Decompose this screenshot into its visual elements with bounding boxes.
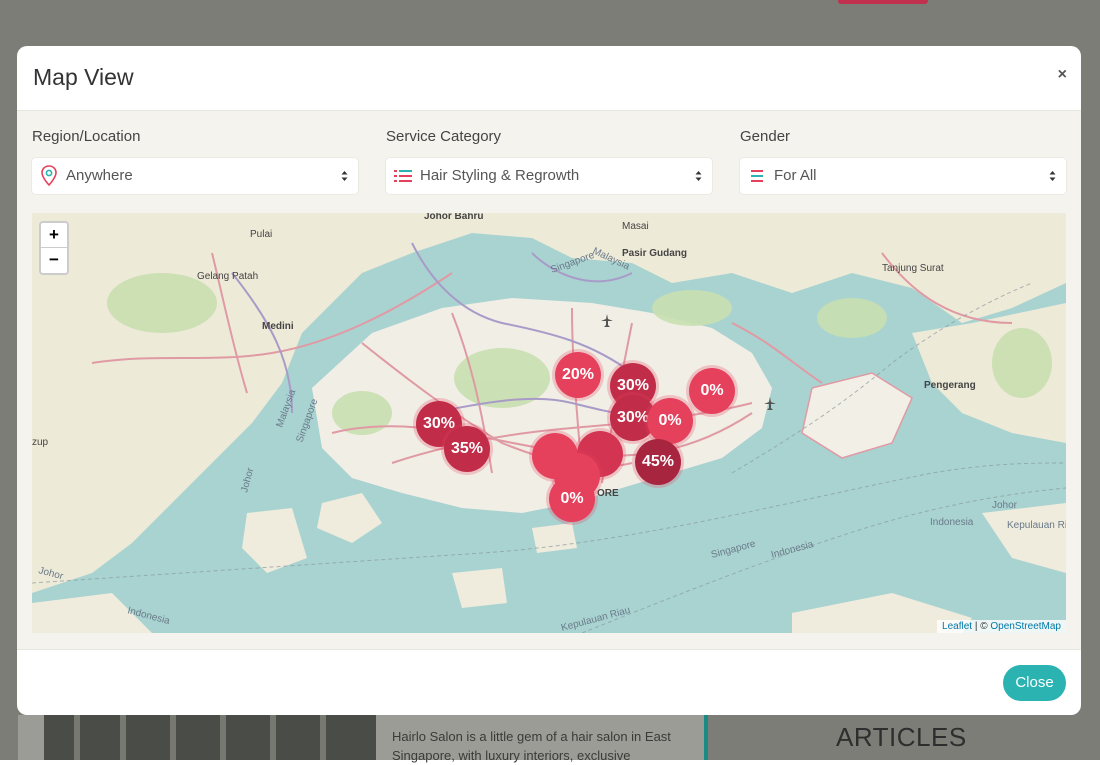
- attribution-separator: | ©: [972, 621, 991, 632]
- gender-select-value: For All: [774, 167, 817, 184]
- region-select[interactable]: Anywhere: [32, 158, 358, 194]
- map-attribution: Leaflet | © OpenStreetMap: [937, 620, 1066, 633]
- map-label: zup: [32, 437, 49, 448]
- map-label: Gelang Patah: [197, 271, 258, 282]
- map-label: Johor Bahru: [424, 213, 483, 222]
- map-label: Pengerang: [924, 380, 976, 391]
- map-label: Indonesia: [930, 517, 974, 528]
- map-label: Medini: [262, 321, 294, 332]
- salon-marker[interactable]: 20%: [555, 352, 601, 398]
- modal-footer: Close: [17, 649, 1081, 715]
- map-view-modal: Map View × Region/Location Anywhere Serv…: [17, 46, 1081, 715]
- region-filter: Region/Location Anywhere: [32, 126, 358, 194]
- salon-marker[interactable]: 45%: [635, 439, 681, 485]
- close-button[interactable]: Close: [1003, 665, 1066, 701]
- zoom-in-button[interactable]: +: [41, 223, 67, 248]
- map-tiles: Johor Bahru Masai Pasir Gudang Pulai Gel…: [32, 213, 1066, 633]
- salon-marker[interactable]: 0%: [689, 368, 735, 414]
- gender-filter: Gender For All: [740, 126, 1066, 194]
- service-category-label: Service Category: [386, 128, 502, 145]
- select-arrows-icon: [695, 171, 702, 181]
- select-arrows-icon: [1049, 171, 1056, 181]
- salon-marker[interactable]: 0%: [549, 476, 595, 522]
- background-salon-image: [44, 715, 376, 760]
- service-category-select[interactable]: Hair Styling & Regrowth: [386, 158, 712, 194]
- map-label: Pasir Gudang: [622, 248, 687, 259]
- map-zoom-control: + −: [39, 221, 69, 275]
- map-label: Kepulauan Riau: [1007, 520, 1066, 531]
- modal-body: Region/Location Anywhere Service Categor…: [17, 111, 1081, 649]
- lines-icon: [751, 170, 763, 182]
- map-label: ORE: [597, 488, 619, 499]
- gender-filter-label: Gender: [740, 128, 791, 145]
- salon-marker[interactable]: 0%: [647, 398, 693, 444]
- list-icon: [394, 170, 412, 182]
- map-label: Johor: [992, 500, 1018, 511]
- select-arrows-icon: [341, 171, 348, 181]
- modal-header: Map View ×: [17, 46, 1081, 111]
- background-card-accent: [704, 715, 708, 760]
- service-category-filter: Service Category Hair Styling & Regrowth: [386, 126, 712, 194]
- background-articles-heading: ARTICLES: [836, 722, 967, 752]
- gender-select[interactable]: For All: [740, 158, 1066, 194]
- map-label: Masai: [622, 221, 649, 232]
- service-category-value: Hair Styling & Regrowth: [420, 167, 580, 184]
- modal-title: Map View: [33, 64, 134, 90]
- leaflet-link[interactable]: Leaflet: [942, 621, 972, 632]
- zoom-out-button[interactable]: −: [41, 248, 67, 272]
- close-icon[interactable]: ×: [1058, 66, 1067, 84]
- map-label: Tanjung Surat: [882, 263, 944, 274]
- map-label: Pulai: [250, 229, 272, 240]
- background-header-button: [838, 0, 928, 4]
- background-salon-description: Hairlo Salon is a little gem of a hair s…: [392, 729, 671, 763]
- salon-marker[interactable]: 35%: [444, 426, 490, 472]
- region-filter-label: Region/Location: [32, 128, 141, 145]
- openstreetmap-link[interactable]: OpenStreetMap: [990, 621, 1061, 632]
- salon-map[interactable]: Johor Bahru Masai Pasir Gudang Pulai Gel…: [32, 213, 1066, 633]
- location-pin-icon: [41, 165, 57, 187]
- region-select-value: Anywhere: [66, 167, 133, 184]
